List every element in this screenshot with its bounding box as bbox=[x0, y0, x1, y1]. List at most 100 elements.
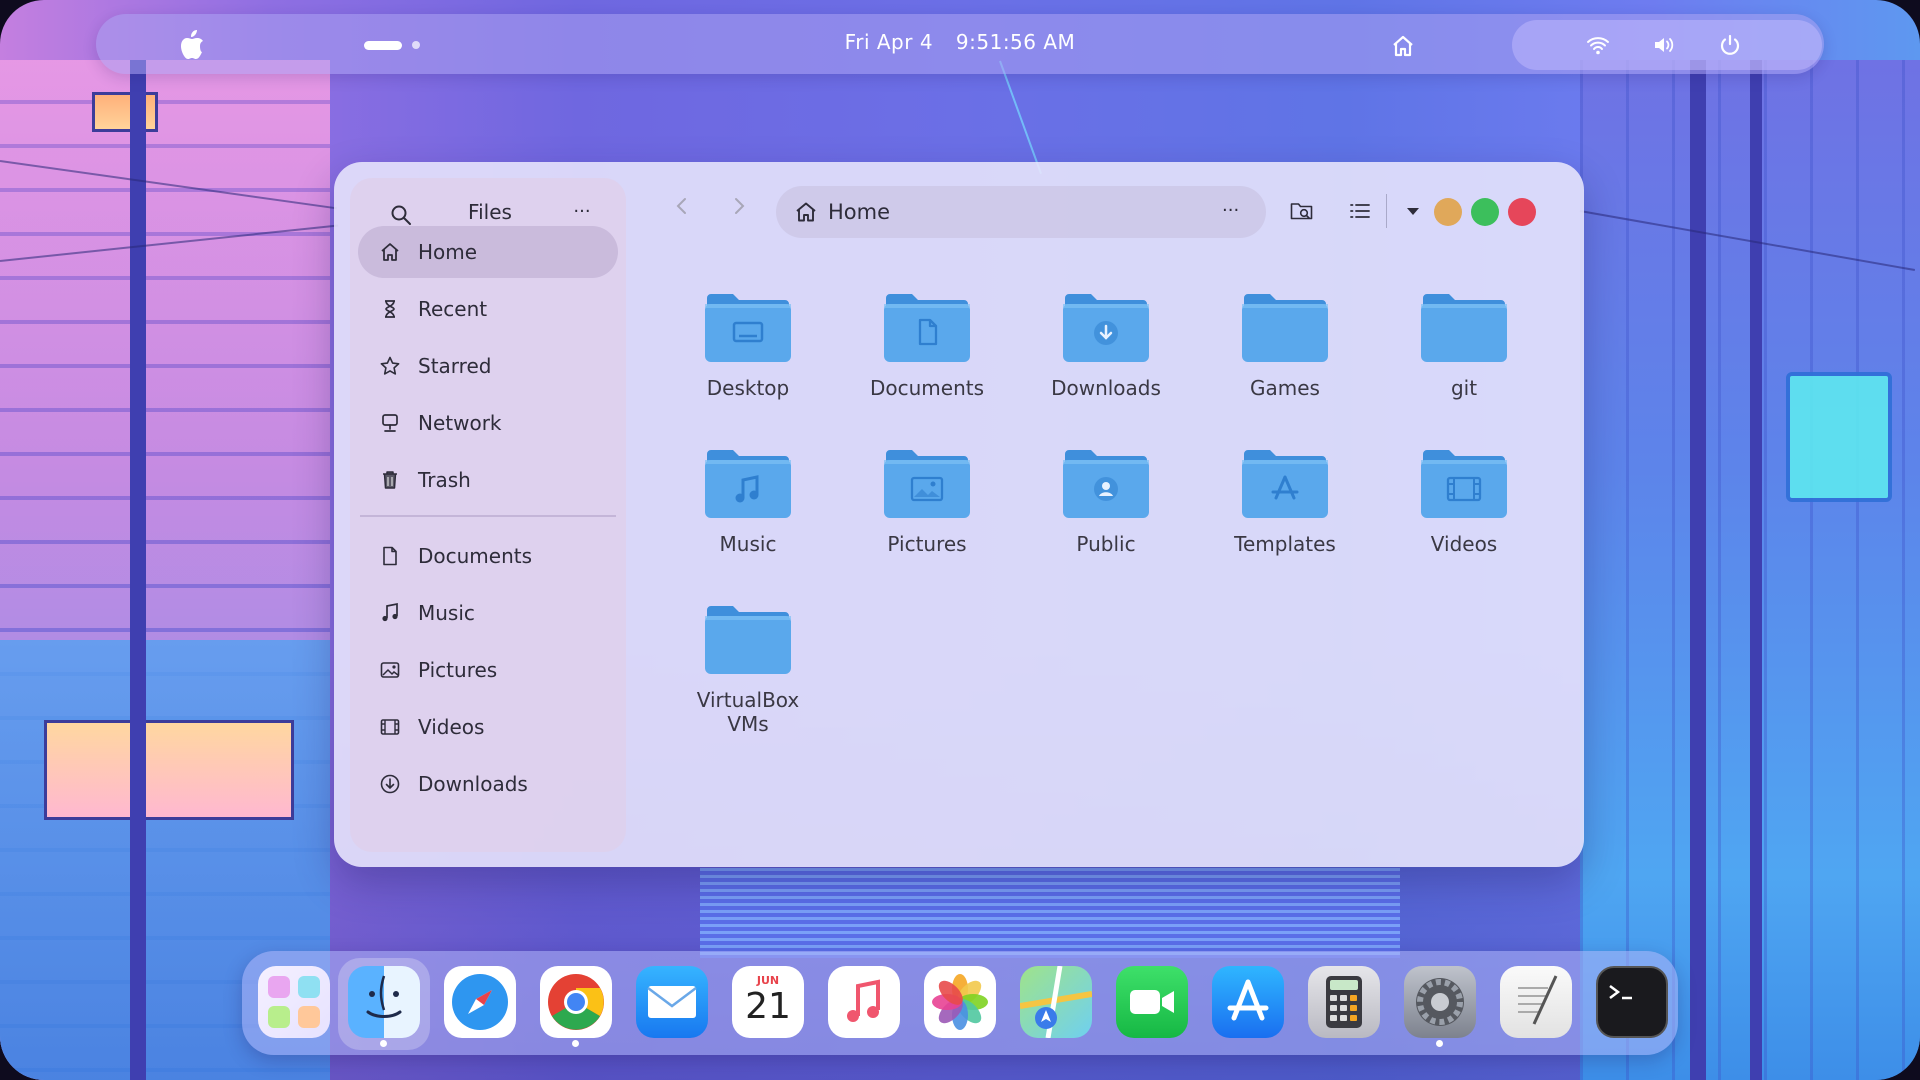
chevron-down-icon[interactable] bbox=[1400, 198, 1426, 224]
sidebar-item-music[interactable]: Music bbox=[358, 587, 618, 639]
wifi-icon[interactable] bbox=[1586, 33, 1610, 57]
back-button[interactable] bbox=[670, 194, 694, 218]
search-icon[interactable] bbox=[390, 204, 412, 226]
sidebar-item-network[interactable]: Network bbox=[358, 397, 618, 449]
forward-button[interactable] bbox=[727, 194, 751, 218]
folder-label: Desktop bbox=[706, 376, 790, 400]
mail-app-icon[interactable] bbox=[636, 966, 708, 1038]
terminal-app-icon[interactable] bbox=[1596, 966, 1668, 1038]
maps-app-icon[interactable] bbox=[1019, 965, 1093, 1039]
folder-item[interactable]: Games bbox=[1197, 280, 1367, 430]
workspace-indicator-active[interactable] bbox=[364, 41, 402, 50]
search-folder-icon[interactable] bbox=[1289, 198, 1315, 224]
calculator-app-icon[interactable] bbox=[1308, 966, 1380, 1038]
sidebar-separator bbox=[360, 515, 616, 517]
wallpaper-window bbox=[44, 720, 294, 820]
close-button[interactable] bbox=[1508, 198, 1536, 226]
sidebar-item-videos[interactable]: Videos bbox=[358, 701, 618, 753]
folder-label: git bbox=[1450, 376, 1478, 400]
folder-item[interactable]: Videos bbox=[1376, 436, 1546, 586]
sidebar-item-home[interactable]: Home bbox=[358, 226, 618, 278]
safari-app-icon[interactable] bbox=[444, 966, 516, 1038]
folder-item[interactable]: git bbox=[1376, 280, 1546, 430]
running-indicator bbox=[572, 1040, 579, 1047]
folder-label: Public bbox=[1076, 532, 1136, 556]
path-bar[interactable]: Home ··· bbox=[776, 186, 1266, 238]
photos-app-icon[interactable] bbox=[924, 966, 996, 1038]
sidebar-item-label: Pictures bbox=[418, 658, 498, 682]
wallpaper-ramen-sign bbox=[1786, 372, 1892, 502]
finder-app-icon[interactable] bbox=[348, 966, 420, 1038]
clock[interactable]: Fri Apr 4 9:51:56 AM bbox=[800, 30, 1120, 58]
folder-icon bbox=[1061, 290, 1151, 364]
music-app-icon[interactable] bbox=[828, 966, 900, 1038]
files-window: Files ··· Home Recent Starred Network Tr… bbox=[334, 162, 1584, 867]
folder-label: Documents bbox=[869, 376, 985, 400]
folder-icon bbox=[882, 446, 972, 520]
wallpaper-window bbox=[92, 92, 158, 132]
workspace-indicator[interactable] bbox=[412, 41, 420, 49]
network-icon bbox=[378, 411, 402, 435]
clock-date: Fri Apr 4 bbox=[844, 30, 934, 54]
folder-label: VirtualBox VMs bbox=[696, 688, 800, 736]
wallpaper-pole bbox=[130, 60, 146, 1080]
folder-icon bbox=[1419, 290, 1509, 364]
sidebar-item-downloads[interactable]: Downloads bbox=[358, 758, 618, 810]
folder-item[interactable]: VirtualBox VMs bbox=[660, 592, 830, 742]
path-location: Home bbox=[828, 200, 891, 224]
chrome-app-icon[interactable] bbox=[540, 966, 612, 1038]
textedit-app-icon[interactable] bbox=[1500, 966, 1572, 1038]
folder-item[interactable]: Templates bbox=[1197, 436, 1367, 586]
folder-icon bbox=[1240, 290, 1330, 364]
minimize-button[interactable] bbox=[1434, 198, 1462, 226]
apple-logo-icon[interactable] bbox=[176, 28, 206, 62]
sidebar-item-label: Downloads bbox=[418, 772, 528, 796]
folder-item[interactable]: Public bbox=[1018, 436, 1188, 586]
list-view-icon[interactable] bbox=[1347, 198, 1373, 224]
sidebar-item-label: Home bbox=[418, 240, 478, 264]
toolbar-separator bbox=[1386, 194, 1387, 228]
folder-item[interactable]: Documents bbox=[839, 280, 1009, 430]
sidebar-title: Files bbox=[468, 200, 512, 224]
volume-icon[interactable] bbox=[1652, 33, 1676, 57]
folder-item[interactable]: Downloads bbox=[1018, 280, 1188, 430]
sidebar-item-label: Starred bbox=[418, 354, 492, 378]
sidebar-item-pictures[interactable]: Pictures bbox=[358, 644, 618, 696]
folder-icon bbox=[882, 290, 972, 364]
sidebar-item-starred[interactable]: Starred bbox=[358, 340, 618, 392]
picture-icon bbox=[378, 658, 402, 682]
sidebar-item-label: Videos bbox=[418, 715, 485, 739]
app-store-app-icon[interactable] bbox=[1212, 966, 1284, 1038]
sidebar-item-label: Recent bbox=[418, 297, 488, 321]
wallpaper-wire bbox=[999, 60, 1042, 175]
sidebar-item-documents[interactable]: Documents bbox=[358, 530, 618, 582]
folder-label: Music bbox=[719, 532, 777, 556]
system-preferences-app-icon[interactable] bbox=[1404, 966, 1476, 1038]
folder-item[interactable]: Desktop bbox=[660, 280, 830, 430]
running-indicator bbox=[380, 1040, 387, 1047]
facetime-app-icon[interactable] bbox=[1116, 966, 1188, 1038]
wallpaper-pole bbox=[1690, 60, 1706, 1080]
music-note-icon bbox=[378, 601, 402, 625]
maximize-button[interactable] bbox=[1471, 198, 1499, 226]
folder-icon bbox=[1240, 446, 1330, 520]
launchpad-app-icon[interactable] bbox=[258, 966, 330, 1038]
sidebar-menu-button[interactable]: ··· bbox=[570, 203, 594, 226]
home-icon[interactable] bbox=[1390, 33, 1416, 59]
sidebar-item-label: Music bbox=[418, 601, 475, 625]
trash-icon bbox=[378, 468, 402, 492]
power-icon[interactable] bbox=[1718, 33, 1742, 57]
calendar-app-icon[interactable]: JUN 21 bbox=[732, 966, 804, 1038]
folder-item[interactable]: Music bbox=[660, 436, 830, 586]
sidebar-item-label: Documents bbox=[418, 544, 533, 568]
sidebar-item-label: Trash bbox=[418, 468, 471, 492]
sidebar-item-trash[interactable]: Trash bbox=[358, 454, 618, 506]
path-menu-button[interactable]: ··· bbox=[1222, 200, 1239, 221]
wallpaper-pole bbox=[1750, 60, 1762, 1080]
star-icon bbox=[378, 354, 402, 378]
sidebar: Files ··· Home Recent Starred Network Tr… bbox=[350, 178, 626, 852]
home-icon bbox=[796, 202, 816, 222]
running-indicator bbox=[1436, 1040, 1443, 1047]
folder-item[interactable]: Pictures bbox=[839, 436, 1009, 586]
sidebar-item-recent[interactable]: Recent bbox=[358, 283, 618, 335]
